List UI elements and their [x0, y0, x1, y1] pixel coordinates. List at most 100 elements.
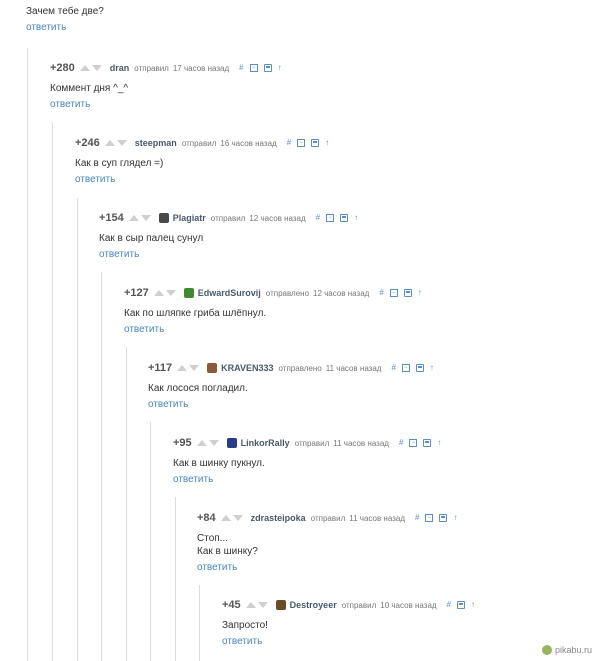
- comment-author[interactable]: Plagiatr: [173, 213, 206, 223]
- comment-body: Как в суп глядел =): [75, 157, 505, 170]
- thread-line: [150, 422, 151, 661]
- save-icon[interactable]: [457, 601, 466, 609]
- collapse-icon[interactable]: −: [326, 214, 335, 222]
- comment-author[interactable]: EdwardSurovij: [198, 288, 261, 298]
- comment: +95 LinkorRally отправил 11 часов назад # − ↑ К…: [173, 436, 600, 485]
- comment-action: отправил: [310, 513, 346, 523]
- comment-rating: +280: [50, 62, 75, 74]
- comment-header: +280 dran отправил 17 часов назад # − ↑: [50, 61, 480, 75]
- comment: +127 EdwardSurovij отправлено 12 часов наза…: [124, 286, 554, 335]
- reply-link[interactable]: ответить: [50, 99, 480, 110]
- save-icon[interactable]: [423, 439, 432, 447]
- vote-down-icon[interactable]: [232, 515, 243, 521]
- comment-line: Как по шляпке гриба шлёпнул.: [124, 308, 267, 319]
- comment-line: Как в суп глядел =): [75, 158, 164, 169]
- permalink-icon[interactable]: #: [399, 438, 403, 448]
- comment-author[interactable]: steepman: [135, 138, 177, 148]
- comment: +117 KRAVEN333 отправлено 11 часов назад # − ↑…: [148, 361, 578, 410]
- permalink-icon[interactable]: #: [239, 63, 243, 73]
- save-icon[interactable]: [340, 214, 349, 222]
- reply-link[interactable]: ответить: [173, 474, 600, 485]
- comment-header: +95 LinkorRally отправил 11 часов назад # − ↑: [173, 436, 600, 450]
- collapse-icon[interactable]: −: [401, 364, 410, 372]
- comment-body: Как лосося погладил.: [148, 382, 578, 395]
- vote-up-icon[interactable]: [128, 215, 139, 221]
- vote-up-icon[interactable]: [177, 365, 188, 371]
- permalink-icon[interactable]: #: [391, 363, 395, 373]
- comment-action: отправил: [181, 138, 217, 148]
- vote-down-icon[interactable]: [189, 365, 200, 371]
- collapse-icon[interactable]: −: [409, 439, 418, 447]
- comment-line: Как в шинку пукнул.: [173, 458, 265, 469]
- vote-down-icon[interactable]: [257, 602, 268, 608]
- reply-link[interactable]: ответить: [148, 399, 578, 410]
- parent-icon[interactable]: ↑: [453, 513, 457, 523]
- permalink-icon[interactable]: #: [316, 213, 320, 223]
- save-icon[interactable]: [263, 64, 272, 72]
- save-icon[interactable]: [311, 139, 320, 147]
- thread-line: [101, 272, 102, 661]
- comment-line: Как лосося погладил.: [148, 383, 248, 394]
- root-comment-text: Зачем тебе две?: [26, 6, 104, 17]
- comment: +246 steepman отправил 16 часов назад # − ↑ Как…: [75, 136, 505, 185]
- thread-line: [126, 347, 127, 661]
- avatar: [275, 600, 286, 610]
- vote-up-icon[interactable]: [220, 515, 231, 521]
- comment-body: Стоп... Как в шинку?: [197, 532, 600, 558]
- parent-icon[interactable]: ↑: [430, 363, 434, 373]
- parent-icon[interactable]: ↑: [325, 138, 329, 148]
- comment-time: 10 часов назад: [380, 600, 437, 610]
- permalink-icon[interactable]: #: [415, 513, 419, 523]
- comment-time: 17 часов назад: [172, 63, 230, 73]
- permalink-icon[interactable]: #: [379, 288, 383, 298]
- permalink-icon[interactable]: #: [287, 138, 291, 148]
- comment-action: отправлено: [278, 363, 322, 373]
- collapse-icon[interactable]: −: [389, 289, 398, 297]
- comment: +280 dran отправил 17 часов назад # − ↑ Коммент…: [50, 61, 480, 110]
- vote-down-icon[interactable]: [208, 440, 219, 446]
- vote-down-icon[interactable]: [91, 65, 102, 71]
- comment-header: +127 EdwardSurovij отправлено 12 часов наза…: [124, 286, 554, 300]
- permalink-icon[interactable]: #: [447, 600, 451, 610]
- parent-icon[interactable]: ↑: [354, 213, 358, 223]
- watermark: pikabu.ru: [541, 645, 592, 655]
- save-icon[interactable]: [415, 364, 424, 372]
- reply-link[interactable]: ответить: [124, 324, 554, 335]
- vote-up-icon[interactable]: [79, 65, 90, 71]
- watermark-text: pikabu.ru: [554, 645, 592, 655]
- parent-icon[interactable]: ↑: [437, 438, 441, 448]
- collapse-icon[interactable]: −: [425, 514, 434, 522]
- reply-link[interactable]: ответить: [197, 562, 600, 573]
- avatar: [183, 288, 194, 298]
- vote-up-icon[interactable]: [245, 602, 256, 608]
- comment-line: Как в шинку?: [197, 546, 258, 557]
- comment-body: Как в сыр палец сунул: [99, 232, 529, 245]
- comment-author[interactable]: zdrasteipoka: [251, 513, 306, 523]
- vote-down-icon[interactable]: [165, 290, 176, 296]
- comment-author[interactable]: Destroyeer: [290, 600, 337, 610]
- vote-up-icon[interactable]: [104, 140, 115, 146]
- parent-icon[interactable]: ↑: [278, 63, 282, 73]
- comment-header: +154 Plagiatr отправил 12 часов назад # − ↑: [99, 211, 529, 225]
- parent-icon[interactable]: ↑: [418, 288, 422, 298]
- vote-up-icon[interactable]: [153, 290, 164, 296]
- root-reply-link[interactable]: ответить: [26, 22, 66, 33]
- comment-author[interactable]: dran: [110, 63, 130, 73]
- comment-line: Как в сыр палец сунул: [99, 233, 204, 244]
- comment-rating: +84: [197, 512, 216, 524]
- parent-icon[interactable]: ↑: [471, 600, 475, 610]
- comment-rating: +246: [75, 137, 100, 149]
- save-icon[interactable]: [439, 514, 448, 522]
- collapse-icon[interactable]: −: [297, 139, 306, 147]
- reply-link[interactable]: ответить: [99, 249, 529, 260]
- comment-author[interactable]: LinkorRally: [241, 438, 290, 448]
- comment: +84 zdrasteipoka отправил 11 часов назад # − ↑…: [197, 511, 600, 573]
- vote-down-icon[interactable]: [116, 140, 127, 146]
- save-icon[interactable]: [403, 289, 412, 297]
- comment-rating: +127: [124, 287, 149, 299]
- vote-up-icon[interactable]: [196, 440, 207, 446]
- comment-author[interactable]: KRAVEN333: [221, 363, 273, 373]
- vote-down-icon[interactable]: [140, 215, 151, 221]
- reply-link[interactable]: ответить: [75, 174, 505, 185]
- collapse-icon[interactable]: −: [249, 64, 258, 72]
